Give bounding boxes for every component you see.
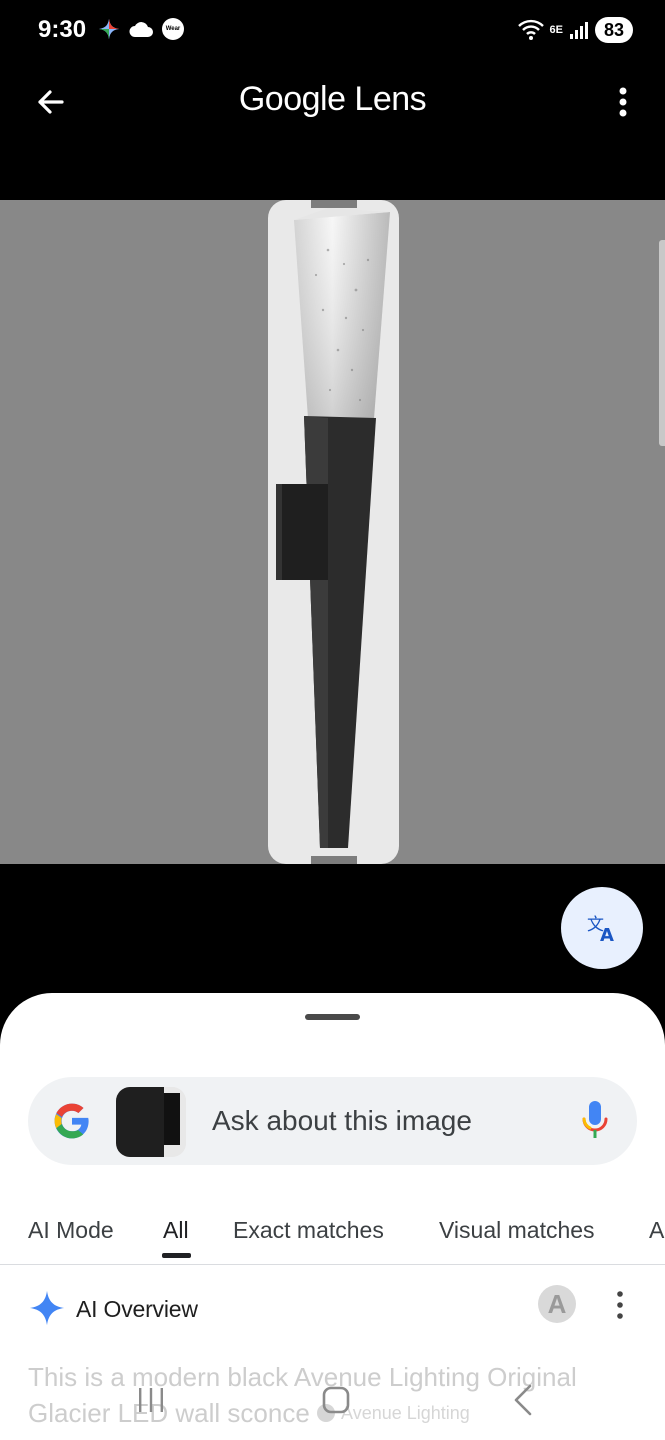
ask-image-search-bar[interactable]: Ask about this image xyxy=(28,1077,637,1165)
tab-all[interactable]: All xyxy=(163,1217,189,1244)
home-icon[interactable] xyxy=(322,1385,350,1415)
google-g-logo-icon xyxy=(54,1103,89,1139)
status-system-icons: 6E 83 xyxy=(517,17,633,43)
source-avatar[interactable]: A xyxy=(538,1285,576,1323)
tab-overflow[interactable]: A xyxy=(649,1217,664,1244)
crop-selection-frame[interactable] xyxy=(268,200,399,864)
more-vert-icon xyxy=(619,87,627,117)
wifi-6e-label: 6E xyxy=(549,24,563,36)
more-vert-icon[interactable] xyxy=(608,1288,632,1322)
translate-icon: 文 A xyxy=(587,915,614,943)
recents-icon[interactable] xyxy=(137,1385,165,1415)
wear-os-icon: Wear xyxy=(162,18,184,40)
image-viewer[interactable] xyxy=(0,200,665,864)
signal-icon xyxy=(570,22,588,39)
translate-button[interactable]: 文 A xyxy=(561,887,643,969)
ai-sparkle-icon xyxy=(29,1290,65,1326)
image-thumbnail[interactable] xyxy=(116,1087,186,1157)
battery-level: 83 xyxy=(595,17,633,43)
status-notification-icons: Wear xyxy=(98,18,184,40)
back-nav-icon[interactable] xyxy=(510,1383,536,1417)
active-tab-indicator xyxy=(162,1253,191,1258)
tab-exact-matches[interactable]: Exact matches xyxy=(233,1217,384,1244)
status-bar: 9:30 Wear 6E 83 xyxy=(0,0,665,62)
system-navigation-bar xyxy=(0,1375,665,1440)
cloud-icon xyxy=(129,22,153,37)
more-options-button[interactable] xyxy=(611,78,635,126)
status-time: 9:30 xyxy=(38,16,87,43)
search-input[interactable]: Ask about this image xyxy=(212,1105,472,1137)
side-scroll-indicator xyxy=(659,240,665,446)
wifi-icon xyxy=(517,19,544,40)
sheet-drag-handle[interactable] xyxy=(305,1014,360,1020)
results-tabs: AI Mode All Exact matches Visual matches… xyxy=(0,1203,665,1265)
svg-text:A: A xyxy=(600,925,614,943)
microphone-icon[interactable] xyxy=(579,1099,611,1143)
product-sconce-image xyxy=(276,208,390,848)
ai-overview-header: AI Overview A xyxy=(0,1275,665,1345)
thumbnail-crop-image xyxy=(116,1087,186,1157)
results-bottom-sheet[interactable]: Ask about this image AI Mode All Exact m… xyxy=(0,993,665,1440)
tab-ai-mode[interactable]: AI Mode xyxy=(28,1217,114,1244)
tab-visual-matches[interactable]: Visual matches xyxy=(439,1217,595,1244)
app-bar: Google Lens xyxy=(0,62,665,142)
ai-overview-title: AI Overview xyxy=(76,1296,198,1322)
gemini-sparkle-icon xyxy=(98,18,120,40)
app-title: Google Lens xyxy=(238,80,427,118)
